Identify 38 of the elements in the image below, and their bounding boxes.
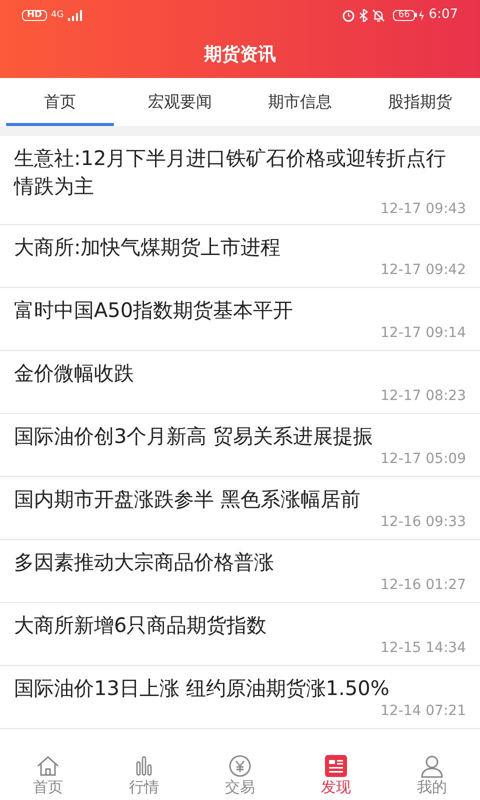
bluetooth-icon xyxy=(359,8,368,22)
yen-icon xyxy=(227,754,253,778)
page-title: 期货资讯 xyxy=(204,42,276,66)
nav-tab[interactable]: 交易 xyxy=(192,750,288,800)
home-icon xyxy=(35,754,61,778)
person-icon xyxy=(419,754,445,778)
news-title[interactable]: 金价微幅收跌 xyxy=(14,359,466,387)
tab[interactable]: 期市信息 xyxy=(240,78,360,126)
nav-tab[interactable]: 发现 xyxy=(288,750,384,800)
news-time: 12-15 14:34 xyxy=(380,639,466,657)
news-title[interactable]: 大商所新增6只商品期货指数 xyxy=(14,611,466,639)
news-title[interactable]: 国际油价13日上涨 纽约原油期货涨1.50% xyxy=(14,674,466,702)
news-icon xyxy=(323,754,349,778)
network-label: 4G xyxy=(51,10,64,20)
tab[interactable]: 首页 xyxy=(0,78,120,126)
signal-icon xyxy=(68,10,82,20)
news-title[interactable]: 大商所:加快气煤期货上市进程 xyxy=(14,233,466,261)
news-title[interactable]: 国际油价创3个月新高 贸易关系进展提振 xyxy=(14,422,466,450)
news-title[interactable]: 生意社:12月下半月进口铁矿石价格或迎转折点行情跌为主 xyxy=(14,144,466,200)
nav-tab[interactable]: 我的 xyxy=(384,750,480,800)
alarm-icon xyxy=(342,8,356,22)
news-time: 12-17 09:14 xyxy=(380,324,466,342)
nav-tab[interactable]: 首页 xyxy=(0,750,96,800)
news-title[interactable]: 多因素推动大宗商品价格普涨 xyxy=(14,548,466,576)
news-title[interactable]: 富时中国A50指数期货基本平开 xyxy=(14,296,466,324)
nav-tab[interactable]: 行情 xyxy=(96,750,192,800)
status-time: 6:07 xyxy=(428,6,458,24)
tab[interactable]: 宏观要闻 xyxy=(120,78,240,126)
tab[interactable]: 股指期货 xyxy=(360,78,480,126)
news-time: 12-17 09:42 xyxy=(380,261,466,279)
news-time: 12-16 01:27 xyxy=(380,576,466,594)
news-time: 12-17 05:09 xyxy=(380,450,466,468)
news-time: 12-17 09:43 xyxy=(380,200,466,218)
news-time: 12-14 07:21 xyxy=(380,702,466,720)
bell-off-icon xyxy=(372,8,386,22)
news-time: 12-16 09:33 xyxy=(380,513,466,531)
news-title[interactable]: 国内期市开盘涨跌参半 黑色系涨幅居前 xyxy=(14,485,466,513)
news-time: 12-17 08:23 xyxy=(380,387,466,405)
